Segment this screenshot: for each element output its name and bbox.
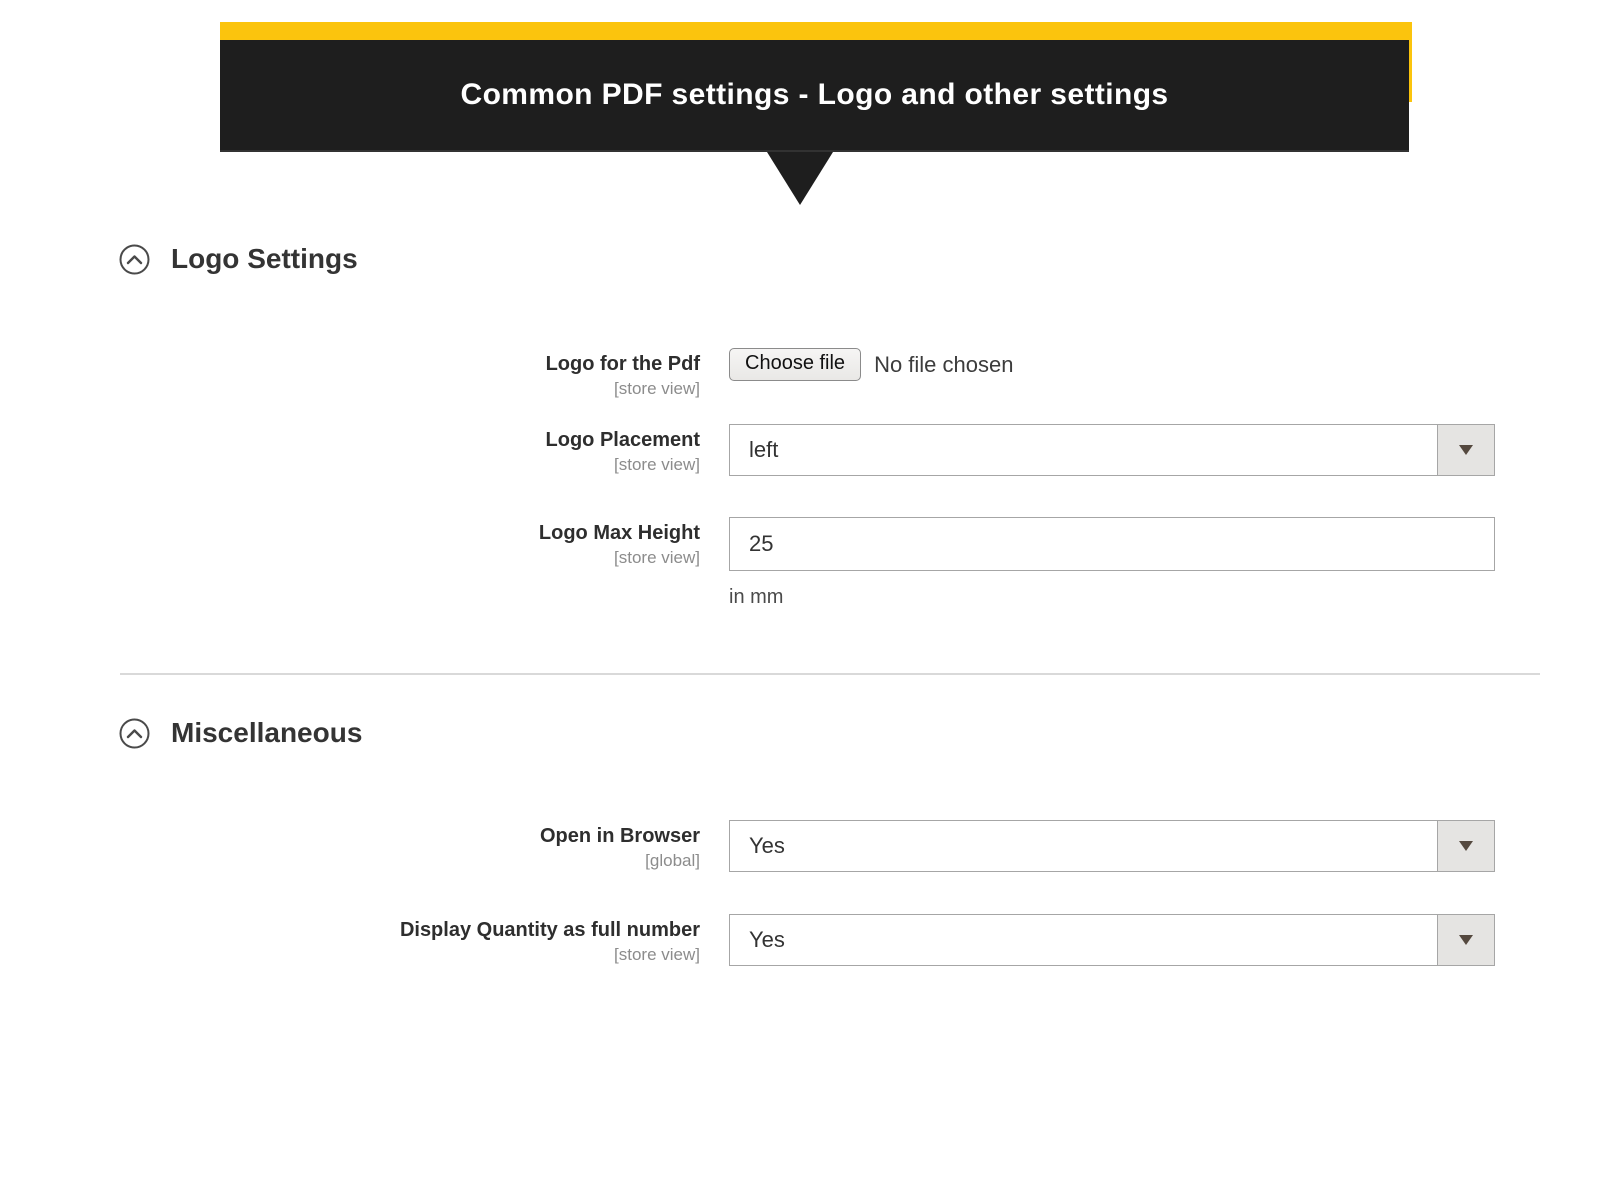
- field-scope: [store view]: [0, 453, 700, 476]
- field-control: Choose file No file chosen: [729, 348, 1496, 381]
- section-divider: [120, 673, 1540, 675]
- field-label-block: Logo for the Pdf [store view]: [0, 348, 700, 400]
- select-arrow-box: [1437, 915, 1494, 965]
- chevron-down-icon: [1459, 935, 1473, 945]
- logo-placement-select[interactable]: left: [729, 424, 1495, 476]
- callout-title: Common PDF settings - Logo and other set…: [461, 78, 1169, 112]
- field-label: Logo for the Pdf: [0, 351, 700, 377]
- field-label-block: Open in Browser [global]: [0, 820, 700, 872]
- field-note: in mm: [729, 586, 1496, 609]
- field-control: left: [729, 424, 1496, 476]
- field-control: Yes: [729, 914, 1496, 966]
- field-row-logo-file: Logo for the Pdf [store view] Choose fil…: [0, 348, 1496, 400]
- field-row-display-quantity: Display Quantity as full number [store v…: [0, 914, 1496, 966]
- field-row-logo-placement: Logo Placement [store view] left: [0, 424, 1496, 476]
- section-title-miscellaneous[interactable]: Miscellaneous: [171, 717, 362, 749]
- field-scope: [store view]: [0, 546, 700, 569]
- select-arrow-box: [1437, 425, 1494, 475]
- file-chosen-status: No file chosen: [874, 352, 1013, 378]
- field-row-open-in-browser: Open in Browser [global] Yes: [0, 820, 1496, 872]
- chevron-down-icon: [1459, 841, 1473, 851]
- section-header-miscellaneous: Miscellaneous: [119, 717, 362, 749]
- select-value: Yes: [730, 833, 785, 859]
- field-label-block: Logo Placement [store view]: [0, 424, 700, 476]
- callout-pointer-arrow: [767, 152, 833, 205]
- field-control: in mm: [729, 517, 1496, 609]
- field-scope: [store view]: [0, 377, 700, 400]
- open-in-browser-select[interactable]: Yes: [729, 820, 1495, 872]
- select-arrow-box: [1437, 821, 1494, 871]
- file-upload-control: Choose file No file chosen: [729, 348, 1496, 381]
- field-label: Logo Max Height: [0, 520, 700, 546]
- field-scope: [global]: [0, 849, 700, 872]
- section-header-logo-settings: Logo Settings: [119, 243, 358, 275]
- tour-callout-banner: Common PDF settings - Logo and other set…: [220, 40, 1409, 152]
- section-title-logo-settings[interactable]: Logo Settings: [171, 243, 358, 275]
- field-label-block: Logo Max Height [store view]: [0, 517, 700, 569]
- field-label: Logo Placement: [0, 427, 700, 453]
- field-row-logo-max-height: Logo Max Height [store view] in mm: [0, 517, 1496, 609]
- select-value: Yes: [730, 927, 785, 953]
- field-label-block: Display Quantity as full number [store v…: [0, 914, 700, 966]
- field-scope: [store view]: [0, 943, 700, 966]
- settings-page: Common PDF settings - Logo and other set…: [0, 0, 1600, 1200]
- chevron-up-circle-icon[interactable]: [119, 718, 150, 749]
- field-label: Open in Browser: [0, 823, 700, 849]
- logo-max-height-input[interactable]: [729, 517, 1495, 571]
- display-quantity-select[interactable]: Yes: [729, 914, 1495, 966]
- field-control: Yes: [729, 820, 1496, 872]
- select-value: left: [730, 437, 778, 463]
- chevron-down-icon: [1459, 445, 1473, 455]
- chevron-up-circle-icon[interactable]: [119, 244, 150, 275]
- choose-file-button[interactable]: Choose file: [729, 348, 861, 381]
- field-label: Display Quantity as full number: [0, 917, 700, 943]
